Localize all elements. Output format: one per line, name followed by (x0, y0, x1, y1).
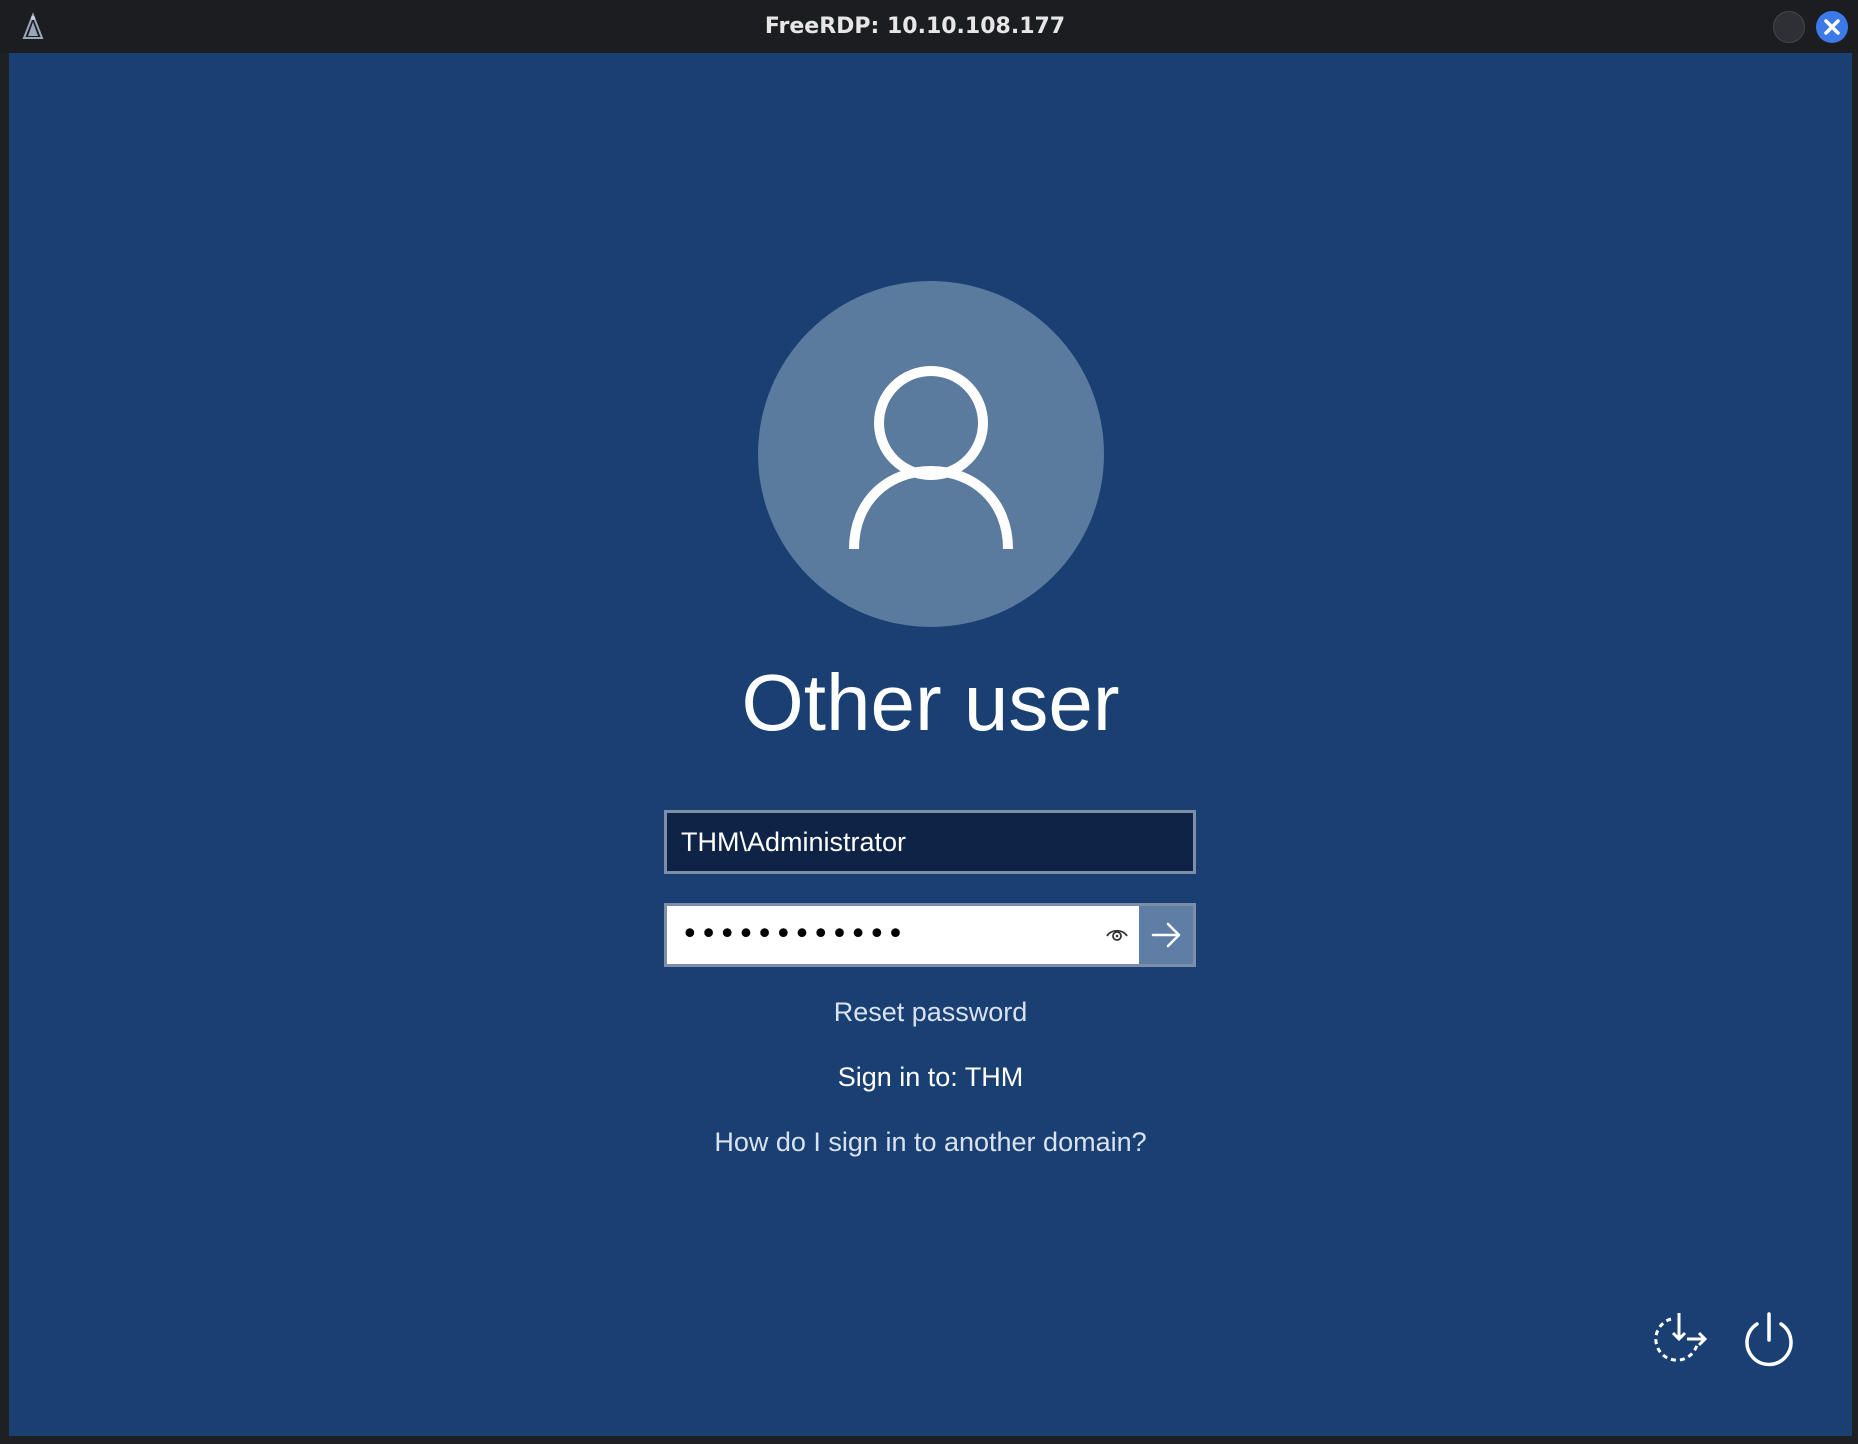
arrow-right-icon (1151, 922, 1181, 948)
avatar (758, 281, 1104, 627)
username-input[interactable] (664, 810, 1196, 874)
sign-in-domain-label: Sign in to: THM (837, 1062, 1024, 1092)
account-name: Other user (741, 658, 1120, 747)
submit-button[interactable] (1139, 906, 1193, 964)
other-domain-link[interactable]: How do I sign in to another domain? (9, 1127, 1852, 1158)
window-title: FreeRDP: 10.10.108.177 (764, 14, 1066, 39)
remote-screen: Other user Reset password Sign in to: TH… (9, 53, 1852, 1436)
reset-password-link[interactable]: Reset password (9, 997, 1852, 1028)
close-icon (1824, 19, 1840, 35)
rdp-window: FreeRDP: 10.10.108.177 Other user THM\Ad… (0, 0, 1858, 1444)
power-icon[interactable] (1740, 1309, 1798, 1369)
ease-of-access-icon[interactable] (1649, 1309, 1709, 1369)
password-input[interactable] (667, 906, 1107, 964)
password-box (664, 903, 1196, 967)
eye-icon[interactable] (1102, 920, 1132, 950)
title-bar[interactable]: FreeRDP: 10.10.108.177 (0, 0, 1858, 53)
close-button[interactable] (1816, 11, 1848, 43)
minimize-button[interactable] (1773, 11, 1805, 43)
user-icon (849, 366, 1013, 550)
